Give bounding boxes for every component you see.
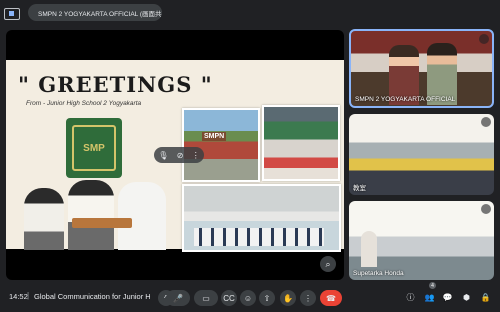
emoji-icon: ☺: [243, 293, 253, 303]
info-icon[interactable]: ⓘ: [404, 291, 417, 304]
raise-hand-button[interactable]: ✋: [280, 290, 296, 306]
tile-menu-icon[interactable]: [479, 34, 489, 44]
bottom-bar: 14:52 | Global Communication for Junior …: [0, 282, 500, 312]
mic-off-icon[interactable]: 🎙: [158, 151, 168, 160]
clock: 14:52: [9, 292, 28, 301]
slide-subtitle: From - Junior High School 2 Yogyakarta: [26, 100, 142, 107]
lock-icon[interactable]: 🔒: [479, 291, 492, 304]
slide-title: " GREETINGS ": [18, 72, 213, 97]
school-sign: SMPN: [202, 132, 227, 141]
captions-button[interactable]: CC: [221, 290, 237, 306]
students-crowd: [194, 228, 324, 246]
presentation-stage[interactable]: " GREETINGS " From - Junior High School …: [6, 30, 344, 280]
emoji-button[interactable]: ☺: [240, 290, 256, 306]
participant-name: 教室: [353, 185, 366, 192]
school-logo-text: SMP: [72, 125, 116, 171]
separator: |: [27, 291, 30, 300]
crop-icon[interactable]: ⊘: [177, 151, 184, 160]
tile-menu-icon[interactable]: [481, 117, 491, 127]
assembly-photo: [182, 184, 341, 252]
performance-photo: [262, 105, 340, 181]
people-icon[interactable]: 👥: [423, 291, 436, 304]
activities-icon[interactable]: ⬢: [460, 291, 473, 304]
present-button[interactable]: ⇧: [259, 290, 275, 306]
tile-menu-icon[interactable]: [481, 204, 491, 214]
end-call-icon: ☎: [326, 293, 336, 303]
zoom-icon[interactable]: ⌕: [320, 256, 336, 272]
participant-tile[interactable]: Supetarka Honda: [349, 201, 494, 280]
more-options-icon[interactable]: ⋮: [192, 151, 200, 160]
participant-tile[interactable]: 教室: [349, 114, 494, 195]
top-bar: SMPN 2 YOGYAKARTA OFFICIAL (画面共有): [0, 0, 500, 27]
presenter-label[interactable]: SMPN 2 YOGYAKARTA OFFICIAL (画面共有): [28, 4, 162, 21]
microphone-icon: 🎤: [173, 293, 183, 303]
chat-icon[interactable]: 💬: [441, 291, 454, 304]
presenter-label-text: SMPN 2 YOGYAKARTA OFFICIAL (画面共有): [38, 10, 162, 18]
present-icon: ⇧: [263, 293, 271, 303]
presentation-indicator: [4, 4, 20, 23]
more-vertical-icon: ⋮: [304, 293, 312, 303]
microphone-button[interactable]: 🎤: [166, 290, 190, 306]
camera-button[interactable]: ▭: [194, 290, 218, 306]
presenter-controls[interactable]: 🎙 ⊘ ⋮: [154, 147, 204, 163]
school-building-photo: SMPN: [182, 108, 260, 182]
hand-icon: ✋: [283, 293, 293, 303]
participant-tile[interactable]: SMPN 2 YOGYAKARTA OFFICIAL: [349, 29, 494, 108]
leave-call-button[interactable]: ☎: [320, 290, 342, 306]
meeting-title: Global Communication for Junior Hig...: [34, 292, 150, 301]
students-illustration: [20, 178, 172, 250]
participant-name: SMPN 2 YOGYAKARTA OFFICIAL: [355, 96, 456, 103]
participant-name: Supetarka Honda: [353, 270, 404, 277]
school-logo: SMP: [66, 118, 122, 178]
participant-count-badge: 4: [429, 282, 436, 289]
more-options-button[interactable]: ⋮: [300, 290, 316, 306]
present-screen-icon: [4, 7, 20, 20]
camera-icon: ▭: [202, 293, 210, 303]
captions-icon: CC: [223, 293, 235, 303]
